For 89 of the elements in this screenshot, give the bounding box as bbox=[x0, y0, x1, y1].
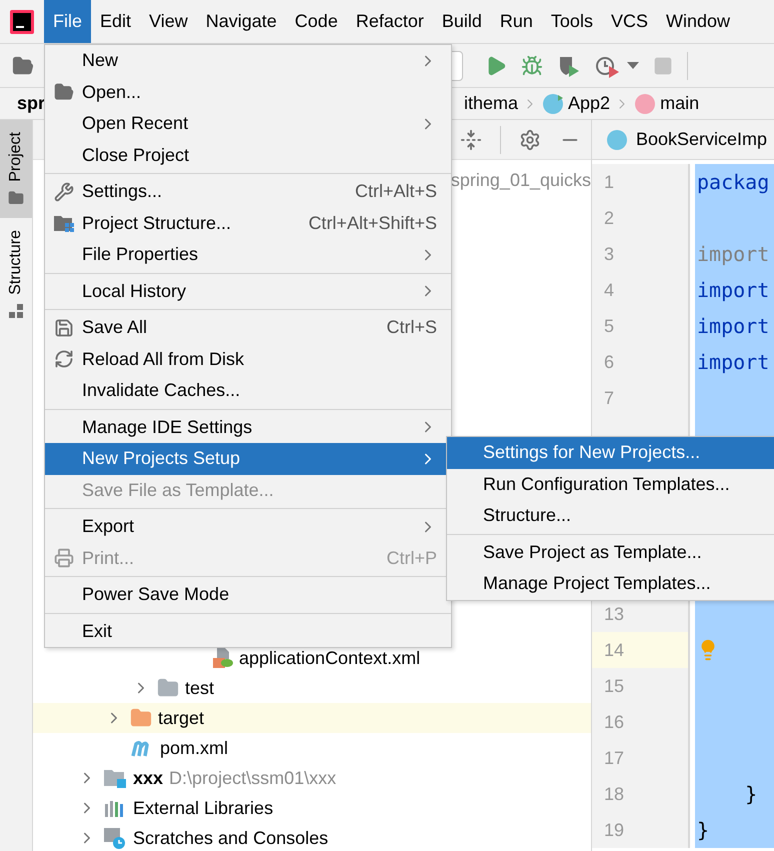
menu-item[interactable]: Manage Project Templates... bbox=[447, 568, 774, 600]
code-text: import bbox=[697, 314, 770, 338]
collapse-all-icon[interactable] bbox=[460, 128, 482, 150]
line-number: 19 bbox=[604, 820, 624, 840]
line-number: 16 bbox=[604, 712, 624, 732]
tree-item-name: applicationContext.xml bbox=[239, 648, 420, 668]
line-number: 18 bbox=[604, 784, 624, 804]
menu-item[interactable]: Settings for New Projects... bbox=[447, 437, 774, 468]
line-number: 14 bbox=[604, 640, 624, 660]
module-path: D:\project\ssm01\xxx bbox=[169, 768, 336, 788]
tree-row[interactable]: pom.xml bbox=[33, 733, 591, 763]
tree-item-name: test bbox=[185, 678, 214, 698]
code-text: packag bbox=[697, 170, 770, 194]
menu-item[interactable]: Invalidate Caches... bbox=[45, 375, 451, 406]
tree-item-name: xxx bbox=[133, 768, 164, 788]
menu-item[interactable]: File Properties bbox=[45, 239, 451, 270]
folder-grid-icon bbox=[52, 213, 74, 234]
folder-icon bbox=[130, 707, 152, 729]
class-icon bbox=[542, 92, 564, 114]
menu-item[interactable]: Local History bbox=[45, 276, 451, 307]
menu-item[interactable]: Settings... Ctrl+Alt+S bbox=[45, 176, 451, 208]
menu-item[interactable]: Project Structure... Ctrl+Alt+Shift+S bbox=[45, 208, 451, 239]
line-number: 13 bbox=[604, 604, 624, 624]
menu-item[interactable]: Reload All from Disk bbox=[45, 344, 451, 375]
breadcrumb-item[interactable]: main bbox=[660, 93, 700, 114]
folder-icon bbox=[8, 190, 24, 206]
settings-icon[interactable] bbox=[519, 128, 541, 150]
line-number: 4 bbox=[604, 280, 614, 300]
line-number: 3 bbox=[604, 244, 614, 264]
tree-row[interactable]: Scratches and Consoles bbox=[33, 823, 591, 851]
menu-bar-item[interactable]: Build bbox=[432, 0, 491, 43]
line-number: 6 bbox=[604, 352, 614, 372]
menu-item[interactable]: Structure... bbox=[447, 500, 774, 532]
breadcrumb-item[interactable]: ithema bbox=[464, 93, 518, 114]
bug-icon[interactable] bbox=[521, 54, 543, 76]
code-text: import bbox=[697, 350, 770, 374]
line-number: 7 bbox=[604, 388, 614, 408]
side-tab[interactable]: Project bbox=[0, 120, 32, 218]
method-icon bbox=[634, 92, 656, 114]
menu-bar-item[interactable]: Refactor bbox=[346, 0, 433, 43]
module-folder-icon bbox=[103, 767, 127, 789]
reload-icon bbox=[54, 349, 74, 370]
tree-item-name: pom.xml bbox=[160, 738, 228, 758]
tree-row[interactable]: External Libraries bbox=[33, 793, 591, 823]
menu-bar-item[interactable]: Edit bbox=[91, 0, 140, 43]
menu-bar-item[interactable]: VCS bbox=[602, 0, 657, 43]
tree-row[interactable]: xxx D:\project\ssm01\xxx bbox=[33, 763, 591, 793]
code-text: } bbox=[744, 782, 758, 806]
folder-icon bbox=[54, 82, 74, 102]
code-text: import bbox=[697, 242, 770, 266]
menu-item[interactable]: Open Recent bbox=[45, 108, 451, 140]
breadcrumb-item[interactable]: App2 bbox=[568, 93, 610, 114]
menu-item[interactable]: Save All Ctrl+S bbox=[45, 312, 451, 344]
line-number: 17 bbox=[604, 748, 624, 768]
menu-bar-item[interactable]: Window bbox=[656, 0, 739, 43]
menu-bar-item[interactable]: Navigate bbox=[196, 0, 286, 43]
xml-file-icon bbox=[211, 647, 233, 669]
line-number: 5 bbox=[604, 316, 614, 336]
tree-item-name: Scratches and Consoles bbox=[133, 828, 328, 848]
tree-row[interactable]: test bbox=[33, 673, 591, 703]
tree-item-name: External Libraries bbox=[133, 798, 274, 818]
menu-item[interactable]: Open... bbox=[45, 76, 451, 108]
menu-item[interactable]: Save Project as Template... bbox=[447, 536, 774, 568]
app-logo-icon[interactable] bbox=[10, 10, 34, 34]
menu-bar-item[interactable]: Tools bbox=[542, 0, 602, 43]
structure-icon bbox=[8, 302, 24, 319]
save-icon bbox=[54, 318, 74, 338]
project-name: spr bbox=[17, 93, 46, 114]
menu-bar-item[interactable]: View bbox=[140, 0, 197, 43]
folder-icon[interactable] bbox=[12, 54, 34, 76]
tree-row[interactable]: target bbox=[33, 703, 591, 733]
caret-icon[interactable] bbox=[627, 62, 639, 70]
line-number: 2 bbox=[604, 208, 614, 228]
module-path: spring_01_quicks bbox=[450, 170, 591, 190]
side-tab[interactable]: Structure bbox=[0, 218, 32, 331]
menu-bar-item[interactable]: File bbox=[44, 0, 92, 43]
class-icon bbox=[606, 128, 628, 150]
menu-item[interactable]: New bbox=[45, 45, 451, 76]
menu-bar-item[interactable]: Run bbox=[490, 0, 542, 43]
menu-bar-item[interactable]: Code bbox=[286, 0, 347, 43]
menu-item[interactable]: Close Project bbox=[45, 140, 451, 171]
printer-icon bbox=[54, 548, 74, 568]
code-text: } bbox=[697, 818, 710, 842]
line-number: 15 bbox=[604, 676, 624, 696]
tree-item-name: target bbox=[158, 708, 204, 728]
wrench-icon bbox=[54, 182, 74, 202]
folder-icon bbox=[157, 677, 179, 699]
line-number: 1 bbox=[604, 172, 614, 192]
code-text: import bbox=[697, 278, 770, 302]
